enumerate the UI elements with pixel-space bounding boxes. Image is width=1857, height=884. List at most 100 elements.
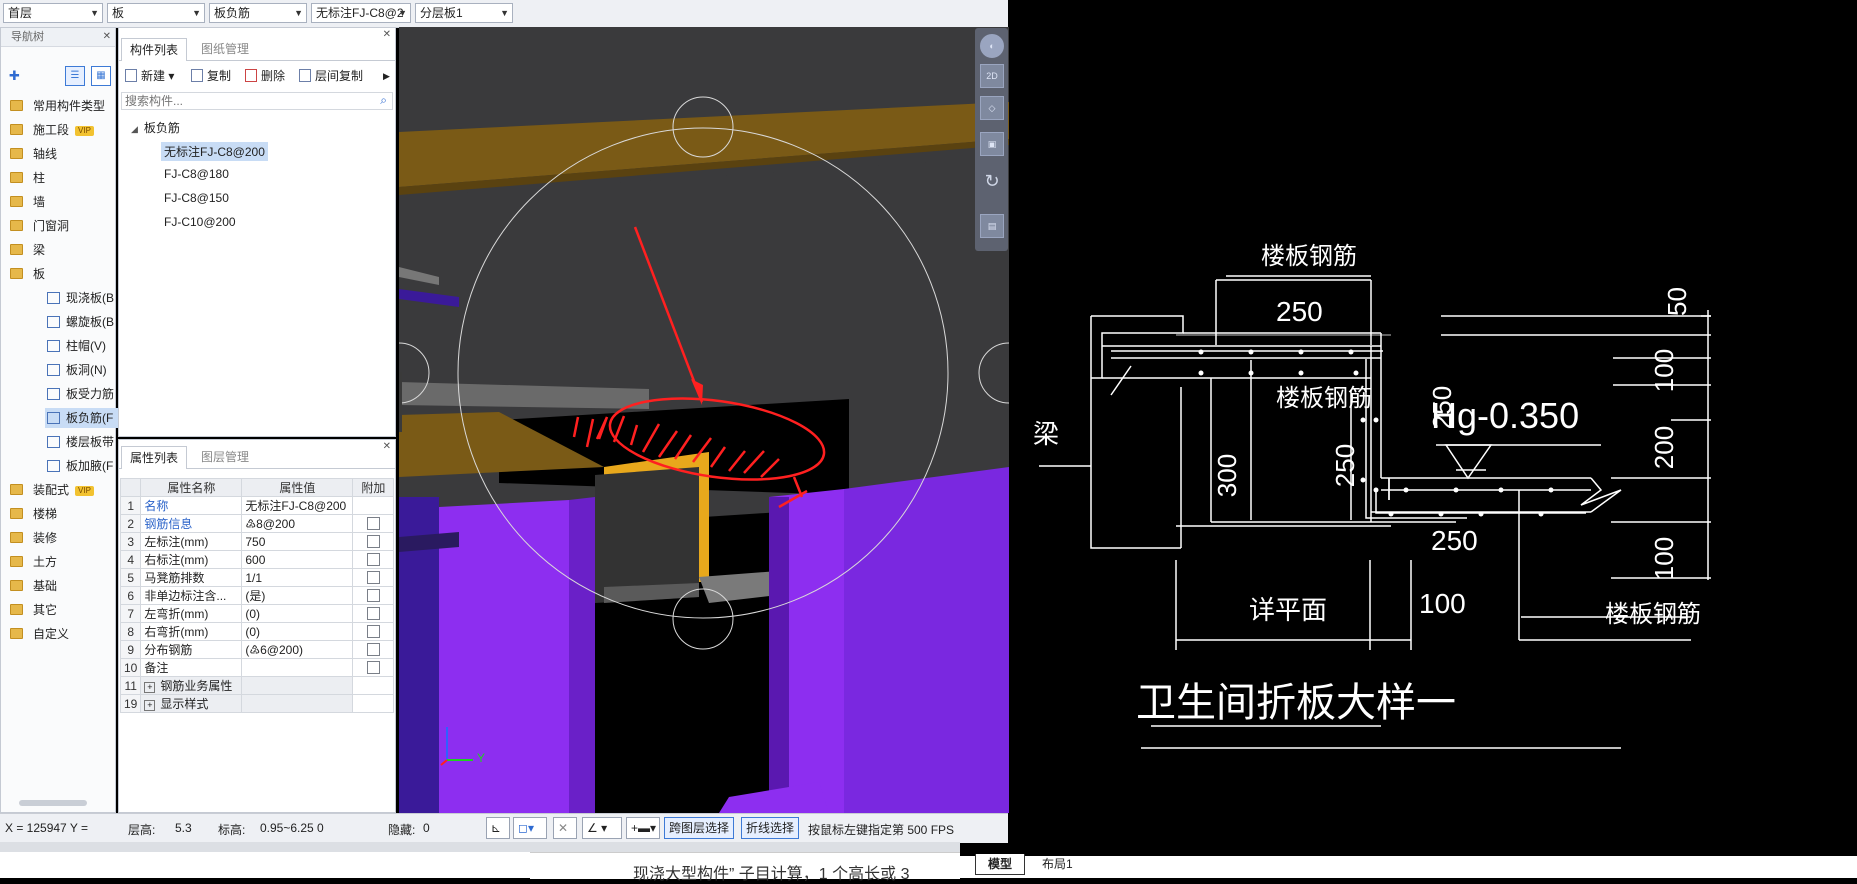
search-input[interactable]: [122, 93, 365, 108]
expand-icon[interactable]: +: [144, 700, 156, 711]
tree-root[interactable]: ◢ 板负筋: [131, 119, 180, 136]
table-row[interactable]: 6 非单边标注含... (是): [119, 586, 395, 605]
viewport-splitter[interactable]: [399, 372, 402, 432]
tab-drawing-manage[interactable]: 图纸管理: [193, 38, 257, 60]
table-row[interactable]: 7 左弯折(mm) (0): [119, 604, 395, 623]
table-row[interactable]: 9 分布钢筋 (♴6@200): [119, 640, 395, 659]
table-row[interactable]: 10 备注: [119, 658, 395, 677]
snap-icon[interactable]: ◻▾: [513, 817, 547, 839]
cad-dim-r50: 50: [1661, 287, 1692, 316]
folder-icon: [10, 268, 23, 279]
component-subtype-combo[interactable]: 板负筋 ▼: [209, 3, 307, 23]
nav-item-construction-section[interactable]: 施工段 VIP: [1, 120, 94, 140]
attach-checkbox[interactable]: [366, 570, 380, 584]
nav-sub-cast-slab[interactable]: 现浇板(B: [47, 288, 114, 308]
tab-property-list[interactable]: 属性列表: [121, 446, 188, 469]
component-name-combo[interactable]: 无标注FJ-C8@2 ▼: [311, 3, 411, 23]
copy-button[interactable]: 复制: [191, 65, 231, 87]
attach-checkbox[interactable]: [366, 624, 380, 638]
grid-view-icon[interactable]: ▦: [91, 66, 111, 86]
negative-rebar-icon: [47, 412, 60, 424]
cad-label-detail-face: 详平面: [1249, 595, 1328, 625]
tab-model[interactable]: 模型: [975, 854, 1026, 875]
attach-checkbox[interactable]: [366, 588, 380, 602]
cad-drawing[interactable]: 楼板钢筋 250 楼板钢筋 Hg-0.350 梁 300 250 250 250…: [1011, 0, 1857, 852]
nav-sub-slab-main-rebar[interactable]: 板受力筋: [47, 384, 114, 404]
nav-item-slab[interactable]: 板: [1, 264, 45, 284]
attach-checkbox[interactable]: [366, 552, 380, 566]
status-bar: X = 125947 Y = 层高: 5.3 标高: 0.95~6.25 0 隐…: [0, 813, 1008, 843]
nav-sub-slab-negative-rebar[interactable]: 板负筋(F: [45, 408, 120, 428]
attach-checkbox[interactable]: [366, 516, 380, 530]
polyline-select-button[interactable]: 折线选择: [741, 817, 800, 839]
view-3d-icon[interactable]: ◇: [980, 96, 1004, 120]
tree-item[interactable]: FJ-C10@200: [164, 215, 236, 229]
add-icon[interactable]: ✚: [9, 68, 20, 84]
cad-dim-100: 100: [1419, 588, 1466, 619]
nav-sub-floor-strip[interactable]: 楼层板带: [47, 432, 114, 452]
table-row[interactable]: 11 + 钢筋业务属性: [119, 676, 395, 695]
tab-layout1[interactable]: 布局1: [1030, 854, 1085, 874]
component-tabs: 构件列表 图纸管理: [119, 38, 395, 61]
nav-item-stairs[interactable]: 楼梯: [1, 504, 57, 524]
delete-button[interactable]: 删除: [245, 65, 285, 87]
list-view-icon[interactable]: ☰: [65, 66, 85, 86]
tree-item-selected[interactable]: 无标注FJ-C8@200: [161, 142, 268, 161]
nav-sub-column-cap[interactable]: 柱帽(V): [47, 336, 106, 356]
tree-item[interactable]: FJ-C8@180: [164, 167, 229, 181]
rotate-icon[interactable]: ↻: [980, 170, 1004, 194]
expand-icon[interactable]: +: [144, 682, 156, 693]
nav-item-prefab[interactable]: 装配式 VIP: [1, 480, 94, 500]
attach-checkbox[interactable]: [366, 660, 380, 674]
table-row[interactable]: 1 名称 无标注FJ-C8@200: [119, 496, 395, 515]
folder-icon: [10, 172, 23, 183]
close-icon[interactable]: ✕: [103, 28, 111, 46]
tree-item[interactable]: FJ-C8@150: [164, 191, 229, 205]
nav-scrollbar[interactable]: [19, 800, 87, 806]
nav-sub-spiral-slab[interactable]: 螺旋板(B: [47, 312, 114, 332]
attach-checkbox[interactable]: [366, 534, 380, 548]
cross-layer-select-button[interactable]: 跨图层选择: [664, 817, 735, 839]
tab-component-list[interactable]: 构件列表: [121, 38, 188, 61]
nav-item-axis[interactable]: 轴线: [1, 144, 57, 164]
nav-item-foundation[interactable]: 基础: [1, 576, 57, 596]
nav-item-beam[interactable]: 梁: [1, 240, 45, 260]
component-type-combo[interactable]: 板 ▼: [107, 3, 205, 23]
attach-checkbox[interactable]: [366, 606, 380, 620]
view-2d-icon[interactable]: 2D: [980, 64, 1004, 88]
table-row[interactable]: 3 左标注(mm) 750: [119, 532, 395, 551]
table-row[interactable]: 19 + 显示样式: [119, 694, 395, 713]
3d-viewport[interactable]: Y: [399, 27, 1009, 813]
cancel-icon[interactable]: ✕: [553, 817, 577, 839]
nav-item-door-window[interactable]: 门窗洞: [1, 216, 69, 236]
floor-copy-button[interactable]: 层间复制: [299, 65, 363, 87]
nav-item-decoration[interactable]: 装修: [1, 528, 57, 548]
orbit-icon[interactable]: ◐: [980, 34, 1004, 58]
layer-combo[interactable]: 分层板1 ▼: [415, 3, 513, 23]
nav-item-other[interactable]: 其它: [1, 600, 57, 620]
nav-item-earthwork[interactable]: 土方: [1, 552, 57, 572]
layer-view-icon[interactable]: ▤: [980, 214, 1004, 238]
nav-item-custom[interactable]: 自定义: [1, 624, 69, 644]
search-icon[interactable]: ⌕: [380, 93, 387, 108]
table-row[interactable]: 2 钢筋信息 ♴8@200: [119, 514, 395, 533]
dimension-icon[interactable]: +▬▾: [626, 817, 660, 839]
nav-item-column[interactable]: 柱: [1, 168, 45, 188]
new-button[interactable]: 新建 ▾: [125, 65, 174, 87]
tab-layer-manage[interactable]: 图层管理: [193, 446, 257, 468]
angle-icon[interactable]: ∠ ▾: [582, 817, 622, 839]
nav-item-common-types[interactable]: 常用构件类型: [1, 96, 105, 116]
attach-checkbox[interactable]: [366, 642, 380, 656]
table-row[interactable]: 8 右弯折(mm) (0): [119, 622, 395, 641]
nav-item-wall[interactable]: 墙: [1, 192, 45, 212]
cube-view-icon[interactable]: ▣: [980, 132, 1004, 156]
folder-icon: [10, 580, 23, 591]
floor-combo[interactable]: 首层 ▼: [3, 3, 103, 23]
nav-sub-slab-haunch[interactable]: 板加腋(F: [47, 456, 113, 476]
table-row[interactable]: 5 马凳筋排数 1/1: [119, 568, 395, 587]
more-icon[interactable]: ▶: [383, 65, 390, 87]
ortho-icon[interactable]: ⊾: [486, 817, 510, 839]
table-row[interactable]: 4 右标注(mm) 600: [119, 550, 395, 569]
chevron-down-icon: ▼: [90, 8, 99, 18]
nav-sub-slab-hole[interactable]: 板洞(N): [47, 360, 107, 380]
